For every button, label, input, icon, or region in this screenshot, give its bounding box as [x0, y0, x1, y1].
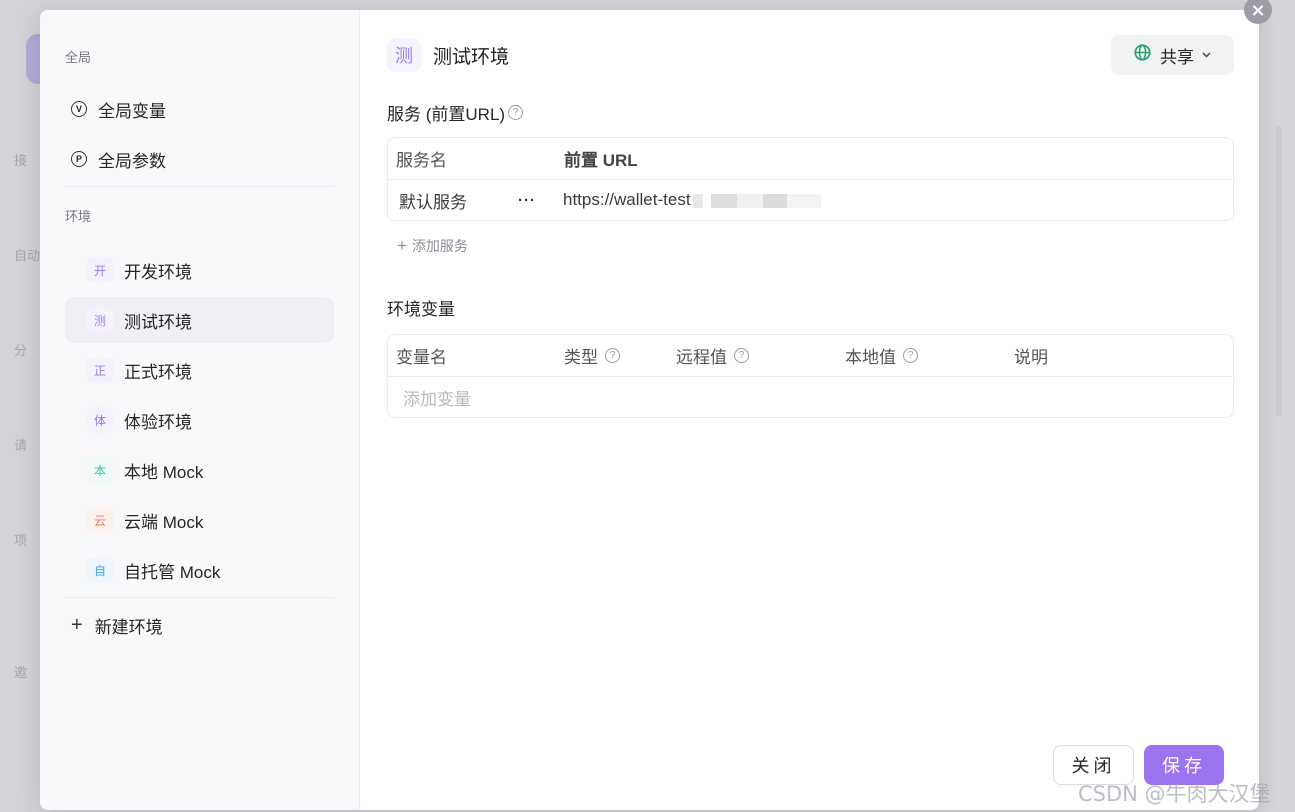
env-badge: 云	[87, 507, 113, 533]
service-name-cell[interactable]: 默认服务	[388, 188, 518, 213]
env-badge: 测	[87, 307, 113, 333]
plus-icon: +	[71, 613, 83, 636]
env-badge: 自	[87, 557, 113, 583]
services-title-text: 服务 (前置URL)	[387, 105, 506, 124]
redacted-blur	[692, 193, 821, 208]
service-url[interactable]: https://wallet-test	[563, 190, 691, 209]
sidebar-item-env-prod[interactable]: 正 正式环境	[65, 347, 334, 393]
column-header: 说明	[1014, 348, 1048, 367]
sidebar-item-global-params[interactable]: P 全局参数	[65, 136, 334, 182]
section-label-global: 全局	[65, 50, 92, 65]
services-title: 服务 (前置URL) ?	[387, 100, 1234, 125]
service-url-cell[interactable]: https://wallet-test	[556, 190, 821, 210]
help-icon[interactable]: ?	[734, 348, 749, 363]
help-icon[interactable]: ?	[903, 348, 918, 363]
column-header: 服务名	[396, 151, 447, 170]
detail-header: 测 测试环境	[387, 30, 1234, 80]
sidebar-item-env-dev[interactable]: 开 开发环境	[65, 247, 334, 293]
env-badge: 开	[87, 257, 113, 283]
env-badge: 正	[87, 357, 113, 383]
add-variable-placeholder[interactable]: 添加变量	[388, 385, 471, 410]
sidebar-item-global-variables[interactable]: V 全局变量	[65, 86, 334, 132]
more-icon[interactable]: ···	[518, 192, 536, 209]
add-variable-row[interactable]: 添加变量	[388, 376, 1233, 417]
share-dropdown[interactable]: 共享	[1111, 35, 1234, 75]
sidebar-item-env-cloud-mock[interactable]: 云 云端 Mock	[65, 497, 334, 543]
environment-sidebar: 全局 V 全局变量 P 全局参数 环境 开 开发环境 测 测试环境 正 正式环境	[40, 10, 360, 810]
page-title[interactable]: 测试环境	[433, 42, 509, 69]
new-environment-button[interactable]: + 新建环境	[65, 602, 334, 648]
table-row[interactable]: 默认服务 ··· https://wallet-test	[388, 179, 1233, 220]
sidebar-item-env-local-mock[interactable]: 本 本地 Mock	[65, 447, 334, 493]
sidebar-item-label: 本地 Mock	[124, 462, 204, 482]
env-vars-title: 环境变量	[387, 300, 455, 319]
env-vars-table: 变量名 类型 ? 远程值 ? 本地值 ? 说明 添加变量	[387, 334, 1234, 418]
sidebar-item-label: 云端 Mock	[124, 512, 204, 532]
column-header-remote: 远程值 ?	[668, 343, 837, 368]
column-header: 前置 URL	[564, 151, 638, 170]
section-label-env: 环境	[65, 209, 92, 224]
help-icon[interactable]: ?	[605, 348, 620, 363]
column-header-text: 远程值	[676, 348, 727, 367]
add-service-button[interactable]: + 添加服务	[387, 231, 1234, 261]
column-header-local: 本地值 ?	[837, 343, 1006, 368]
add-service-label: 添加服务	[411, 238, 468, 254]
env-badge: 体	[87, 407, 113, 433]
sidebar-item-env-selfhosted-mock[interactable]: 自 自托管 Mock	[65, 547, 334, 593]
column-header: 变量名	[396, 348, 447, 367]
help-icon[interactable]: ?	[508, 105, 524, 120]
sidebar-item-label: 体验环境	[124, 412, 192, 432]
sidebar-item-label: 测试环境	[124, 312, 192, 332]
sidebar-item-label: 正式环境	[124, 362, 192, 382]
column-header-text: 类型	[564, 348, 598, 367]
table-header-row: 变量名 类型 ? 远程值 ? 本地值 ? 说明	[388, 335, 1233, 376]
env-badge: 本	[87, 457, 113, 483]
sidebar-item-label: 自托管 Mock	[124, 562, 221, 582]
share-label: 共享	[1160, 47, 1194, 67]
sidebar-item-label: 全局参数	[98, 151, 166, 171]
watermark: CSDN @牛肉大汉堡	[1078, 782, 1271, 806]
environment-detail: 测 测试环境 共享 服务 (前置URL) ? 服务名 前置 URL 默认服务 ·…	[360, 10, 1259, 810]
services-table: 服务名 前置 URL 默认服务 ··· https://wallet-test	[387, 137, 1234, 221]
globe-icon	[1134, 44, 1151, 66]
table-header-row: 服务名 前置 URL	[388, 138, 1233, 179]
sidebar-item-label: 开发环境	[124, 262, 192, 282]
column-header-type: 类型 ?	[556, 343, 668, 368]
plus-icon: +	[397, 236, 407, 255]
column-header-text: 本地值	[845, 348, 896, 367]
service-more-cell: ···	[518, 190, 556, 210]
sidebar-item-env-trial[interactable]: 体 体验环境	[65, 397, 334, 443]
env-title-badge: 测	[387, 38, 421, 72]
environment-modal: 全局 V 全局变量 P 全局参数 环境 开 开发环境 测 测试环境 正 正式环境	[40, 10, 1259, 810]
sidebar-item-label: 全局变量	[98, 101, 166, 121]
variable-circle-icon: V	[71, 101, 87, 117]
environment-list: 开 开发环境 测 测试环境 正 正式环境 体 体验环境 本 本地 Mock 云 …	[40, 247, 359, 593]
chevron-down-icon	[1202, 50, 1211, 61]
new-environment-label: 新建环境	[94, 617, 163, 637]
param-circle-icon: P	[71, 151, 87, 167]
sidebar-item-env-test[interactable]: 测 测试环境	[65, 297, 334, 343]
